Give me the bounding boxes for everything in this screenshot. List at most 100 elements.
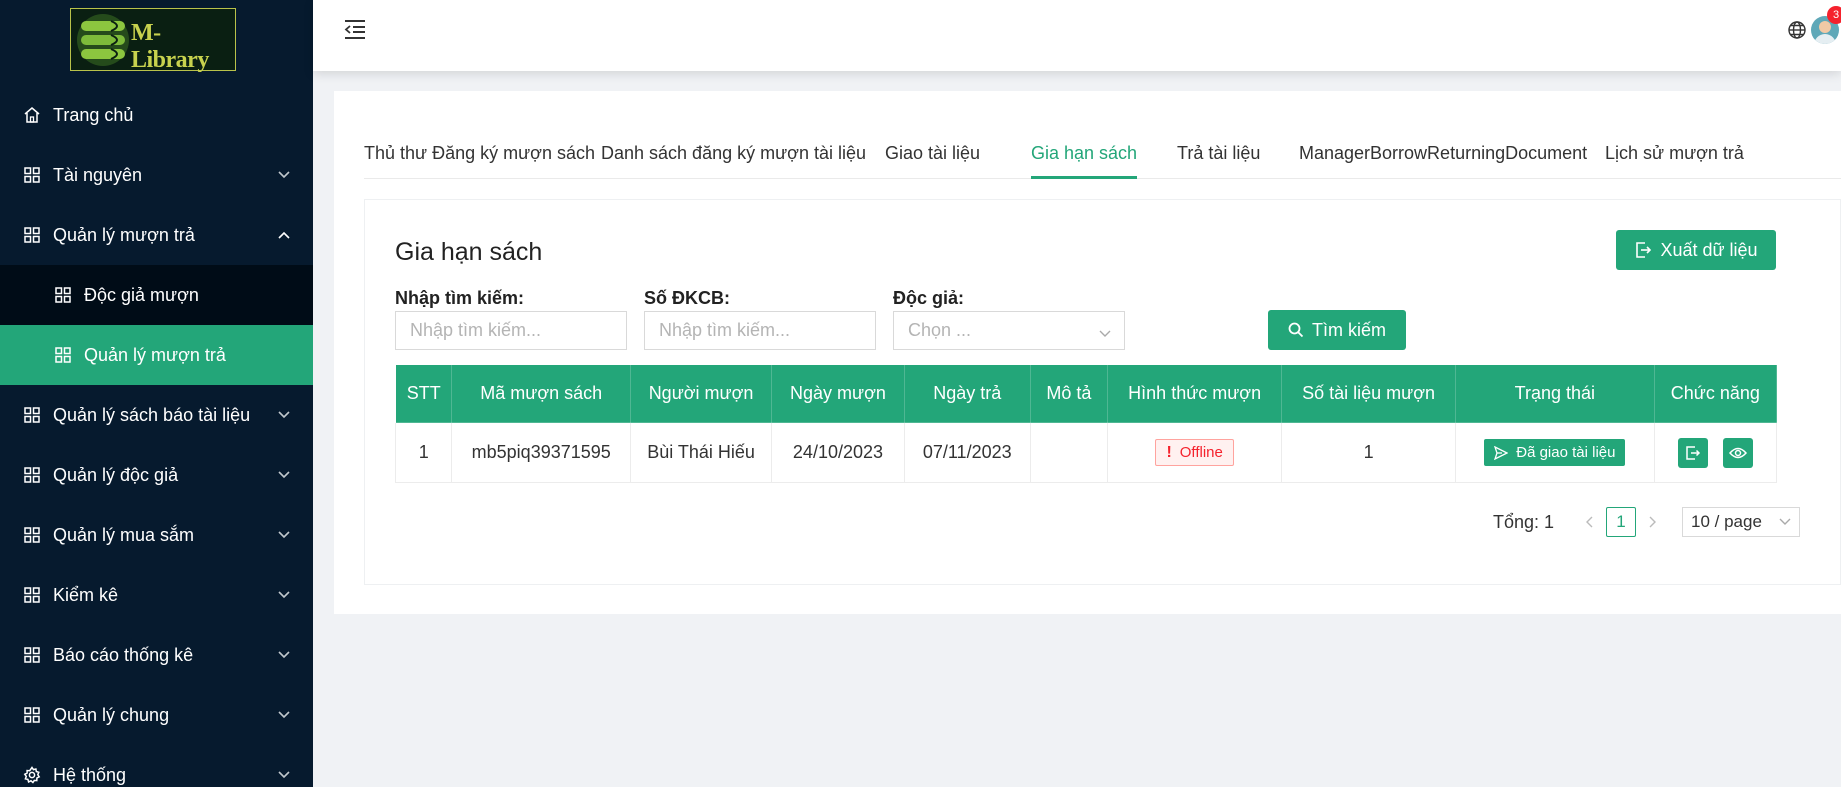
status-button[interactable]: Đã giao tài liệu <box>1484 439 1626 466</box>
dkcb-label: Số ĐKCB: <box>644 288 730 308</box>
grid-icon <box>23 526 41 544</box>
view-action-button[interactable] <box>1722 437 1753 468</box>
sidebar-item-quan-ly-chung[interactable]: Quản lý chung <box>0 685 313 745</box>
cell-borrow-date: 24/10/2023 <box>771 422 905 483</box>
search-label: Nhập tìm kiếm: <box>395 288 525 308</box>
table-header-row: STT Mã mượn sách Người mượn Ngày mượn Ng… <box>394 364 1778 423</box>
cell-stt: 1 <box>394 422 453 483</box>
offline-badge-label: Offline <box>1179 444 1223 461</box>
chevron-down-icon <box>277 528 291 542</box>
page-title: Gia hạn sách <box>395 238 543 266</box>
sidebar-item-bao-cao-thong-ke[interactable]: Báo cáo thống kê <box>0 625 313 685</box>
cell-description <box>1029 422 1109 483</box>
sidebar-item-quan-ly-muon-tra[interactable]: Quản lý mượn trả <box>0 205 313 265</box>
tab-giao-tai-lieu[interactable]: Giao tài liệu <box>885 137 980 179</box>
dkcb-input[interactable] <box>644 311 876 350</box>
column-header: Trạng thái <box>1455 364 1655 423</box>
offline-badge: ! Offline <box>1155 439 1234 466</box>
reader-select-placeholder: Chọn ... <box>908 320 972 340</box>
sidebar: M-Library Trang chủ Tài nguyên Quản lý m… <box>0 0 313 787</box>
sidebar-item-label: Quản lý độc giả <box>53 464 179 485</box>
tab-thu-thu-dang-ky[interactable]: Thủ thư Đăng ký mượn sách <box>364 137 595 179</box>
pagination: Tổng: 1 1 10 / page <box>1493 506 1800 538</box>
globe-icon[interactable] <box>1787 20 1807 40</box>
tab-bar: Thủ thư Đăng ký mượn sách Danh sách đăng… <box>364 137 1841 179</box>
sidebar-subitem-quan-ly-muon-tra[interactable]: Quản lý mượn trả <box>0 325 313 385</box>
main-content: Thủ thư Đăng ký mượn sách Danh sách đăng… <box>334 91 1841 614</box>
grid-icon <box>54 346 72 364</box>
sidebar-item-quan-ly-doc-gia[interactable]: Quản lý độc giả <box>0 445 313 505</box>
sidebar-item-quan-ly-mua-sam[interactable]: Quản lý mua sắm <box>0 505 313 565</box>
sidebar-subitem-doc-gia-muon[interactable]: Độc giả mượn <box>0 265 313 325</box>
sidebar-item-trang-chu[interactable]: Trang chủ <box>0 85 313 145</box>
grid-icon <box>23 166 41 184</box>
renew-table: STT Mã mượn sách Người mượn Ngày mượn Ng… <box>394 364 1778 483</box>
sidebar-item-tai-nguyen[interactable]: Tài nguyên <box>0 145 313 205</box>
grid-icon <box>23 586 41 604</box>
logout-icon <box>1686 445 1700 460</box>
grid-icon <box>23 466 41 484</box>
logo-text: M-Library <box>131 19 209 73</box>
tab-gia-han-sach[interactable]: Gia hạn sách <box>1031 137 1138 179</box>
chevron-down-icon <box>277 168 291 182</box>
sidebar-item-label: Quản lý mượn trả <box>84 344 226 365</box>
grid-icon <box>23 226 41 244</box>
sidebar-item-label: Độc giả mượn <box>84 284 199 305</box>
search-button-label: Tìm kiếm <box>1312 319 1386 340</box>
reader-label: Độc giả: <box>893 288 965 308</box>
chevron-down-icon <box>277 768 291 782</box>
tab-lich-su-muon-tra[interactable]: Lịch sử mượn trả <box>1605 137 1744 179</box>
chevron-right-icon[interactable] <box>1642 516 1662 528</box>
logo[interactable]: M-Library <box>70 8 236 73</box>
column-header: Mã mượn sách <box>451 364 632 423</box>
avatar-face <box>1819 21 1831 33</box>
submenu-quan-ly-muon-tra: Độc giả mượn Quản lý mượn trả <box>0 265 313 385</box>
export-icon <box>1636 242 1652 258</box>
sidebar-item-label: Tài nguyên <box>53 164 143 185</box>
sidebar-item-he-thong[interactable]: Hệ thống <box>0 745 313 787</box>
sidebar-item-quan-ly-sach-bao[interactable]: Quản lý sách báo tài liệu <box>0 385 313 445</box>
sidebar-item-kiem-ke[interactable]: Kiểm kê <box>0 565 313 625</box>
status-button-label: Đã giao tài liệu <box>1516 444 1616 461</box>
sidebar-item-label: Kiểm kê <box>53 584 119 605</box>
grid-icon <box>23 706 41 724</box>
grid-icon <box>23 406 41 424</box>
eye-icon <box>1728 447 1747 458</box>
sidebar-item-label: Quản lý mượn trả <box>53 224 195 245</box>
renew-card: Gia hạn sách Xuất dữ liệu Nhập tìm kiếm:… <box>364 199 1841 585</box>
export-button[interactable]: Xuất dữ liệu <box>1616 230 1776 270</box>
cell-status: Đã giao tài liệu <box>1455 422 1655 483</box>
search-icon <box>1288 322 1304 338</box>
reader-select[interactable]: Chọn ... <box>893 311 1125 350</box>
gear-icon <box>23 766 41 784</box>
chevron-up-icon <box>277 228 291 242</box>
chevron-down-icon <box>277 648 291 662</box>
table-row: 1 mb5piq39371595 Bùi Thái Hiếu 24/10/202… <box>394 422 1778 483</box>
page-size-label: 10 / page <box>1691 512 1762 531</box>
column-header: Mô tả <box>1029 364 1109 423</box>
exclamation-icon: ! <box>1166 443 1172 461</box>
chevron-left-icon[interactable] <box>1580 516 1600 528</box>
sidebar-menu: Trang chủ Tài nguyên Quản lý mượn trả Độ… <box>0 85 313 787</box>
tab-tra-tai-lieu[interactable]: Trả tài liệu <box>1177 137 1260 179</box>
chevron-down-icon <box>277 468 291 482</box>
menu-fold-icon[interactable] <box>343 18 367 40</box>
cell-code: mb5piq39371595 <box>451 422 632 483</box>
tab-manager-borrow-returning[interactable]: ManagerBorrowReturningDocument <box>1299 137 1587 179</box>
send-icon <box>1494 445 1509 460</box>
chevron-down-icon <box>1098 324 1112 338</box>
renew-action-button[interactable] <box>1677 437 1708 468</box>
chevron-down-icon <box>277 408 291 422</box>
chevron-down-icon <box>1779 518 1791 525</box>
sidebar-item-label: Trang chủ <box>53 104 134 125</box>
page-size-select[interactable]: 10 / page <box>1682 507 1800 537</box>
sidebar-item-label: Báo cáo thống kê <box>53 644 194 665</box>
column-header: Ngày mượn <box>771 364 905 423</box>
search-input[interactable] <box>395 311 627 350</box>
cell-type: ! Offline <box>1107 422 1283 483</box>
search-button[interactable]: Tìm kiếm <box>1268 310 1406 350</box>
pagination-page[interactable]: 1 <box>1606 507 1636 537</box>
avatar-body <box>1814 34 1836 44</box>
tab-danh-sach-dang-ky[interactable]: Danh sách đăng ký mượn tài liệu <box>601 137 866 179</box>
export-button-label: Xuất dữ liệu <box>1660 239 1758 260</box>
